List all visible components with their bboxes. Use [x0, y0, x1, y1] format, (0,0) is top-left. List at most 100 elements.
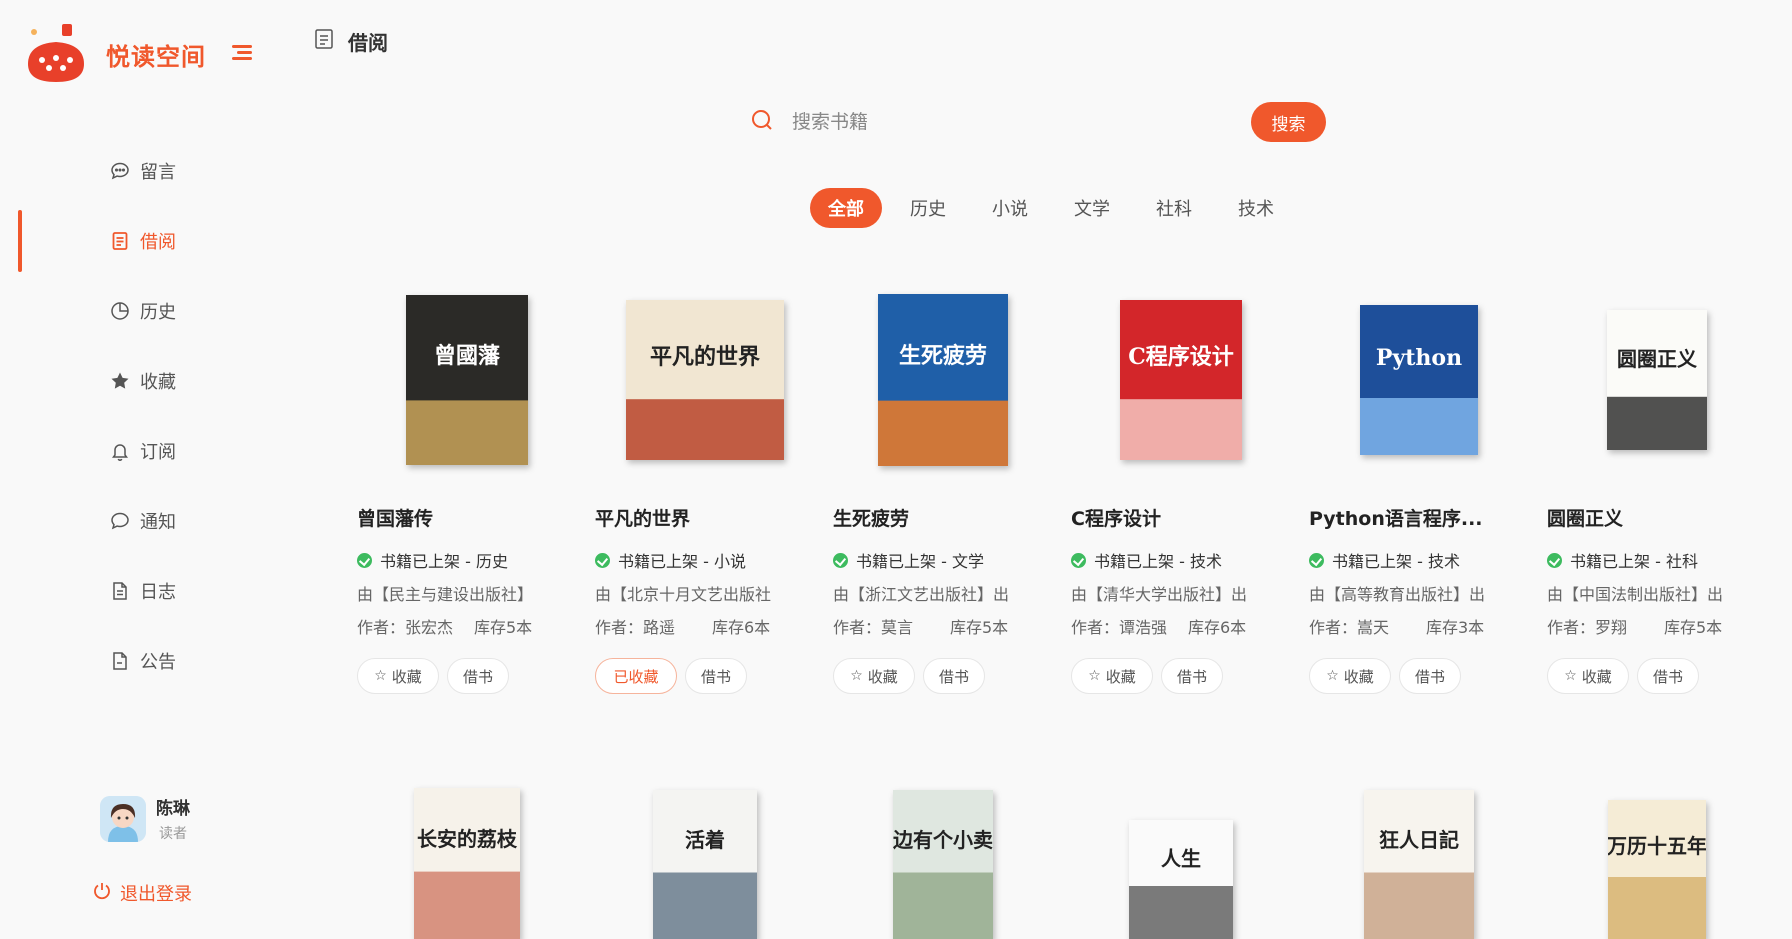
tab-literature[interactable]: 文学 [1056, 188, 1128, 228]
favorite-button[interactable]: ☆ 收藏 [1071, 658, 1153, 694]
search-button[interactable]: 搜索 [1251, 102, 1326, 142]
favorite-button[interactable]: ☆ 收藏 [833, 658, 915, 694]
sidebar-item-favorites[interactable]: 收藏 [0, 346, 280, 416]
chat-bubble-icon [110, 161, 130, 181]
sidebar-item-borrow[interactable]: 借阅 [0, 206, 280, 276]
menu-toggle-icon[interactable] [232, 45, 252, 61]
book-cover[interactable]: 云边有个小卖部 [833, 760, 1053, 939]
user-profile[interactable]: 陈琳 读者 [100, 794, 190, 843]
log-icon [110, 581, 130, 601]
cover-text: 平凡的世界 [650, 344, 760, 370]
logo-icon [24, 22, 88, 86]
tab-novel[interactable]: 小说 [974, 188, 1046, 228]
book-cover-image: 平凡的世界 [626, 300, 784, 460]
book-title[interactable]: C程序设计 [1071, 504, 1161, 531]
book-title[interactable]: 圆圈正义 [1547, 504, 1623, 531]
sidebar-item-label: 收藏 [140, 372, 176, 393]
book-cover[interactable]: 曾國藩 [357, 280, 577, 480]
favorite-label: 已收藏 [613, 667, 659, 686]
favorite-button[interactable]: ☆ 收藏 [357, 658, 439, 694]
app-logo[interactable]: 悦读空间 [24, 22, 206, 86]
star-outline-icon: ☆ [1326, 668, 1339, 684]
book-cover[interactable]: 生死疲劳 [833, 280, 1053, 480]
star-outline-icon: ☆ [850, 668, 863, 684]
book-cover[interactable]: 长安的荔枝 [357, 760, 577, 939]
sidebar-item-notifications[interactable]: 通知 [0, 486, 280, 556]
book-title[interactable]: Python语言程序... [1309, 504, 1483, 531]
favorite-label: 收藏 [391, 667, 422, 686]
logout-label: 退出登录 [120, 884, 192, 905]
book-stock: 库存6本 [1188, 618, 1247, 637]
book-publisher: 由【浙江文艺出版社】出 [833, 585, 1010, 604]
book-cover[interactable]: 万历十五年 [1547, 760, 1767, 939]
check-circle-icon [1071, 552, 1086, 568]
book-status-text: 书籍已上架 - 历史 [380, 552, 508, 571]
book-card[interactable]: Python Python语言程序... 书籍已上架 - 技术 由【高等教育出版… [1309, 280, 1529, 694]
book-title[interactable]: 平凡的世界 [595, 504, 690, 531]
book-card[interactable]: 平凡的世界 平凡的世界 书籍已上架 - 小说 由【北京十月文艺出版社 作者：路遥… [595, 280, 815, 694]
favorite-button[interactable]: ☆ 收藏 [1547, 658, 1629, 694]
sidebar-item-history[interactable]: 历史 [0, 276, 280, 346]
sidebar-item-subscribe[interactable]: 订阅 [0, 416, 280, 486]
book-card[interactable]: 云边有个小卖部 [833, 760, 1053, 939]
book-status-text: 书籍已上架 - 技术 [1332, 552, 1460, 571]
book-cover-image: 云边有个小卖部 [893, 790, 993, 939]
borrow-button[interactable]: 借书 [1399, 658, 1461, 694]
borrow-button[interactable]: 借书 [1637, 658, 1699, 694]
sidebar-nav: 留言 借阅 历史 收藏 订阅 通知 日志 公告 [0, 136, 280, 696]
book-card[interactable]: C程序设计 C程序设计 书籍已上架 - 技术 由【清华大学出版社】出 作者：谭浩… [1071, 280, 1291, 694]
borrow-button[interactable]: 借书 [447, 658, 509, 694]
tab-all[interactable]: 全部 [810, 188, 882, 228]
borrow-button[interactable]: 借书 [923, 658, 985, 694]
book-cover-image: 狂人日記 [1364, 790, 1474, 939]
sidebar-item-announcements[interactable]: 公告 [0, 626, 280, 696]
book-title[interactable]: 生死疲劳 [833, 504, 909, 531]
sidebar: 悦读空间 留言 借阅 历史 收藏 订阅 通知 日志 公告 陈琳 读者 退出登录 [0, 0, 280, 939]
book-cover[interactable]: Python [1309, 280, 1529, 480]
book-actions: ☆ 收藏 借书 [1547, 658, 1707, 694]
sidebar-item-label: 公告 [140, 652, 176, 673]
book-cover[interactable]: C程序设计 [1071, 280, 1291, 480]
book-author: 作者：路遥 [595, 618, 676, 637]
favorite-button[interactable]: ☆ 收藏 [1309, 658, 1391, 694]
tab-technology[interactable]: 技术 [1220, 188, 1292, 228]
tab-social-science[interactable]: 社科 [1138, 188, 1210, 228]
book-card[interactable]: 曾國藩 曾国藩传 书籍已上架 - 历史 由【民主与建设出版社】 作者：张宏杰 库… [357, 280, 577, 694]
book-card[interactable]: 狂人日記 [1309, 760, 1529, 939]
book-card[interactable]: 长安的荔枝 [357, 760, 577, 939]
book-card[interactable]: 活着 [595, 760, 815, 939]
book-cover[interactable]: 狂人日記 [1309, 760, 1529, 939]
sidebar-item-messages[interactable]: 留言 [0, 136, 280, 206]
book-cover[interactable]: 圆圈正义 [1547, 280, 1767, 480]
page-title-text: 借阅 [348, 31, 388, 55]
book-stock: 库存5本 [950, 618, 1009, 637]
tab-history[interactable]: 历史 [892, 188, 964, 228]
book-status: 书籍已上架 - 技术 [1071, 548, 1222, 572]
sidebar-item-logs[interactable]: 日志 [0, 556, 280, 626]
search-input[interactable] [792, 111, 1232, 133]
borrow-button[interactable]: 借书 [1161, 658, 1223, 694]
book-card[interactable]: 万历十五年 [1547, 760, 1767, 939]
favorite-label: 收藏 [1105, 667, 1136, 686]
book-card[interactable]: 人生 [1071, 760, 1291, 939]
cover-text: 活着 [685, 828, 725, 852]
book-cover[interactable]: 平凡的世界 [595, 280, 815, 480]
book-status: 书籍已上架 - 历史 [357, 548, 508, 572]
book-meta: 作者：莫言 库存5本 [833, 614, 1008, 638]
book-meta: 作者：路遥 库存6本 [595, 614, 770, 638]
book-status: 书籍已上架 - 文学 [833, 548, 984, 572]
borrow-button[interactable]: 借书 [685, 658, 747, 694]
search-icon [750, 108, 774, 136]
book-cover[interactable]: 活着 [595, 760, 815, 939]
cover-text: 人生 [1161, 847, 1201, 871]
book-card[interactable]: 圆圈正义 圆圈正义 书籍已上架 - 社科 由【中国法制出版社】出 作者：罗翔 库… [1547, 280, 1767, 694]
logout-button[interactable]: 退出登录 [92, 880, 192, 906]
favorite-button[interactable]: 已收藏 [595, 658, 677, 694]
book-title[interactable]: 曾国藩传 [357, 504, 433, 531]
book-card[interactable]: 生死疲劳 生死疲劳 书籍已上架 - 文学 由【浙江文艺出版社】出 作者：莫言 库… [833, 280, 1053, 694]
book-meta: 作者：张宏杰 库存5本 [357, 614, 532, 638]
cover-text: 曾國藩 [434, 343, 501, 369]
book-publisher: 由【民主与建设出版社】 [357, 585, 534, 604]
book-cover[interactable]: 人生 [1071, 760, 1291, 939]
avatar [100, 795, 146, 842]
